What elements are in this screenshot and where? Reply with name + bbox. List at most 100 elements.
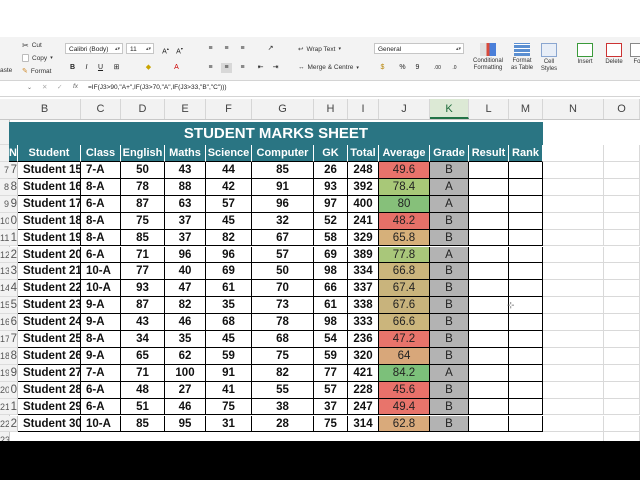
row-header[interactable] bbox=[0, 145, 9, 162]
maths-cell[interactable]: 82 bbox=[165, 297, 206, 315]
row-number-cell[interactable]: 0 bbox=[9, 212, 18, 230]
result-cell[interactable] bbox=[469, 178, 509, 196]
fill-color-icon[interactable]: ◆ bbox=[143, 63, 154, 73]
column-heading-student[interactable]: Student bbox=[18, 145, 81, 162]
borders-icon[interactable]: ⊞ bbox=[111, 63, 122, 73]
computer-cell[interactable]: 38 bbox=[252, 398, 314, 416]
decrease-decimal-icon[interactable]: .0 bbox=[449, 63, 460, 73]
rank-cell[interactable] bbox=[509, 246, 543, 264]
science-cell[interactable]: 61 bbox=[206, 280, 252, 298]
format-as-table-button[interactable]: Format as Table bbox=[509, 43, 535, 72]
gk-cell[interactable]: 75 bbox=[314, 415, 348, 433]
class-cell[interactable]: 6-A bbox=[81, 246, 121, 264]
class-cell[interactable]: 10-A bbox=[81, 415, 121, 433]
orientation-icon[interactable]: ↗ bbox=[265, 44, 276, 54]
grade-cell[interactable]: B bbox=[430, 415, 469, 433]
class-cell[interactable]: 10-A bbox=[81, 280, 121, 298]
row-number-cell[interactable]: 9 bbox=[9, 364, 18, 382]
row-header[interactable]: 14 bbox=[0, 280, 9, 298]
maths-cell[interactable]: 95 bbox=[165, 415, 206, 433]
total-cell[interactable]: 333 bbox=[348, 314, 379, 331]
class-cell[interactable]: 6-A bbox=[81, 398, 121, 416]
empty-cell[interactable] bbox=[543, 162, 604, 179]
wrap-text-button[interactable]: ↩ Wrap Text ▾ bbox=[298, 45, 341, 54]
grade-cell[interactable]: B bbox=[430, 263, 469, 281]
result-cell[interactable] bbox=[469, 229, 509, 247]
english-cell[interactable]: 87 bbox=[121, 195, 165, 213]
science-cell[interactable]: 45 bbox=[206, 331, 252, 348]
row-header[interactable]: 18 bbox=[0, 348, 9, 365]
gk-cell[interactable]: 93 bbox=[314, 178, 348, 196]
empty-cell[interactable] bbox=[543, 347, 604, 365]
column-header-o[interactable]: O bbox=[604, 99, 640, 119]
result-cell[interactable] bbox=[469, 263, 509, 281]
computer-cell[interactable]: 55 bbox=[252, 381, 314, 399]
class-cell[interactable]: 6-A bbox=[81, 381, 121, 399]
empty-cell[interactable] bbox=[604, 347, 640, 365]
maths-cell[interactable]: 62 bbox=[165, 347, 206, 365]
student-name-cell[interactable]: Student 19 bbox=[18, 229, 81, 247]
english-cell[interactable]: 85 bbox=[121, 229, 165, 247]
number-format-select[interactable]: General ▴▾ bbox=[374, 43, 464, 54]
column-heading-average[interactable]: Average bbox=[379, 145, 430, 162]
column-heading-maths[interactable]: Maths bbox=[165, 145, 206, 162]
row-header[interactable]: 23 bbox=[0, 432, 9, 441]
english-cell[interactable]: 34 bbox=[121, 331, 165, 348]
row-number-cell[interactable]: 1 bbox=[9, 398, 18, 416]
bold-button[interactable]: B bbox=[67, 63, 78, 73]
sheet-title[interactable]: STUDENT MARKS SHEET bbox=[9, 122, 543, 145]
delete-button[interactable]: Delete bbox=[602, 43, 626, 66]
column-header-g[interactable]: G bbox=[252, 99, 314, 119]
column-heading-total[interactable]: Total bbox=[348, 145, 379, 162]
average-cell[interactable]: 48.2 bbox=[379, 212, 430, 230]
rank-cell[interactable] bbox=[509, 195, 543, 213]
row-number-cell[interactable]: 1 bbox=[9, 229, 18, 247]
average-cell[interactable]: 80 bbox=[379, 195, 430, 213]
row-header[interactable]: 8 bbox=[0, 179, 9, 196]
science-cell[interactable]: 82 bbox=[206, 229, 252, 247]
row-number-cell[interactable]: 7 bbox=[9, 162, 18, 179]
row-header[interactable]: 22 bbox=[0, 416, 9, 433]
average-cell[interactable]: 66.6 bbox=[379, 314, 430, 331]
grade-cell[interactable]: A bbox=[430, 364, 469, 382]
total-cell[interactable]: 241 bbox=[348, 212, 379, 230]
align-bottom-icon[interactable]: ≡ bbox=[237, 44, 248, 54]
science-cell[interactable]: 44 bbox=[206, 162, 252, 179]
align-center-icon[interactable]: ≡ bbox=[221, 63, 232, 73]
column-header-b[interactable]: B bbox=[9, 99, 81, 119]
english-cell[interactable]: 43 bbox=[121, 314, 165, 331]
align-right-icon[interactable]: ≡ bbox=[237, 63, 248, 73]
computer-cell[interactable]: 85 bbox=[252, 162, 314, 179]
total-cell[interactable]: 320 bbox=[348, 347, 379, 365]
result-cell[interactable] bbox=[469, 347, 509, 365]
maths-cell[interactable]: 27 bbox=[165, 381, 206, 399]
science-cell[interactable]: 45 bbox=[206, 212, 252, 230]
computer-cell[interactable]: 70 bbox=[252, 280, 314, 298]
maths-cell[interactable]: 37 bbox=[165, 229, 206, 247]
rank-cell[interactable] bbox=[509, 212, 543, 230]
row-header[interactable]: 7 bbox=[0, 162, 9, 179]
student-name-cell[interactable]: Student 21 bbox=[18, 263, 81, 281]
empty-cell[interactable] bbox=[604, 162, 640, 179]
column-heading-rank[interactable]: Rank bbox=[509, 145, 543, 162]
gk-cell[interactable]: 66 bbox=[314, 280, 348, 298]
result-cell[interactable] bbox=[469, 246, 509, 264]
row-header[interactable]: 11 bbox=[0, 230, 9, 247]
empty-cell[interactable] bbox=[604, 263, 640, 281]
empty-cell[interactable] bbox=[543, 212, 604, 230]
average-cell[interactable]: 45.6 bbox=[379, 381, 430, 399]
student-name-cell[interactable]: Student 24 bbox=[18, 314, 81, 331]
column-header-n[interactable]: N bbox=[543, 99, 604, 119]
average-cell[interactable]: 67.6 bbox=[379, 297, 430, 315]
computer-cell[interactable]: 91 bbox=[252, 178, 314, 196]
row-number-cell[interactable]: 3 bbox=[9, 263, 18, 281]
average-cell[interactable]: 84.2 bbox=[379, 364, 430, 382]
result-cell[interactable] bbox=[469, 280, 509, 298]
computer-cell[interactable]: 73 bbox=[252, 297, 314, 315]
row-header[interactable]: 13 bbox=[0, 263, 9, 281]
grade-cell[interactable]: A bbox=[430, 178, 469, 196]
comma-button[interactable]: 9 bbox=[412, 63, 423, 73]
column-header-j[interactable]: J bbox=[379, 99, 430, 119]
gk-cell[interactable]: 59 bbox=[314, 347, 348, 365]
row-header[interactable]: 9 bbox=[0, 196, 9, 213]
